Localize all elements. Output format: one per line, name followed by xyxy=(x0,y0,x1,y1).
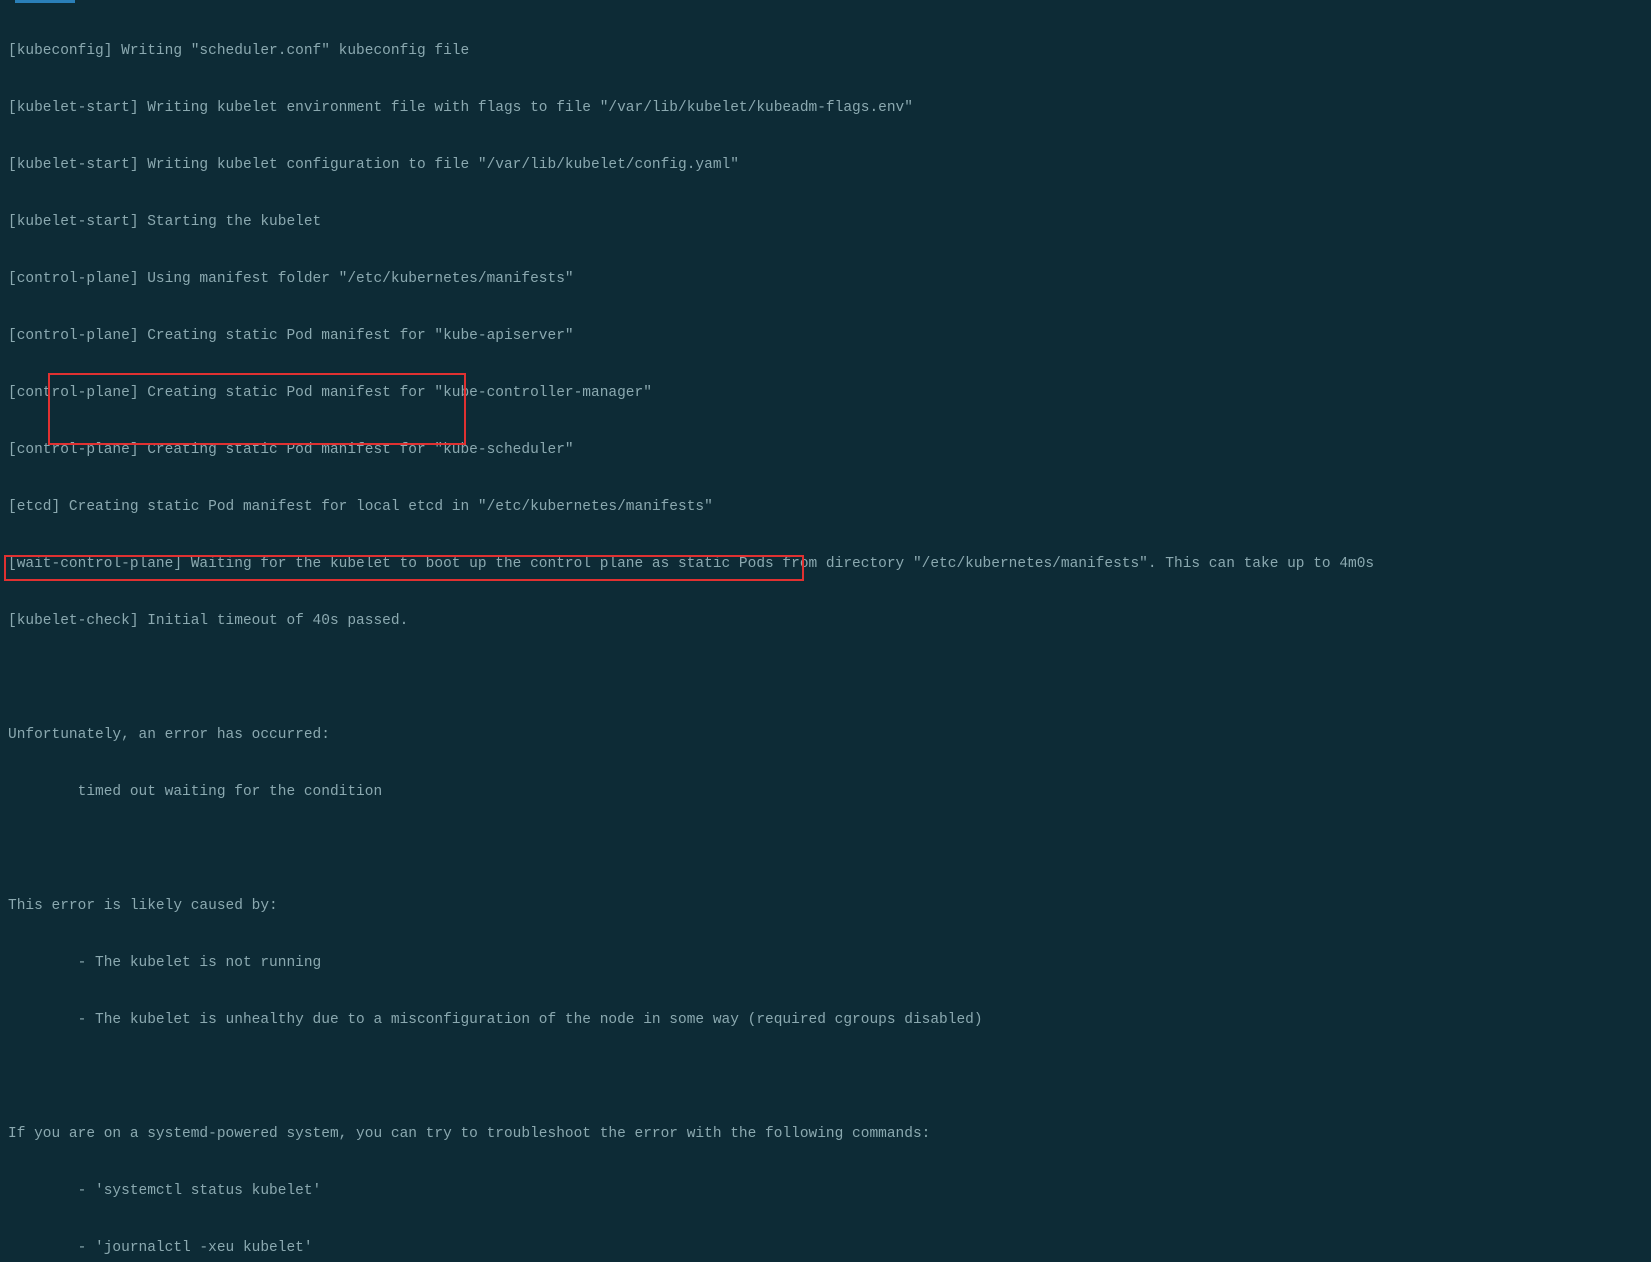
log-line: Unfortunately, an error has occurred: xyxy=(8,726,1651,745)
log-line: [control-plane] Using manifest folder "/… xyxy=(8,270,1651,289)
window-titlebar xyxy=(0,0,1651,3)
log-line: - The kubelet is not running xyxy=(8,954,1651,973)
log-line: - 'journalctl -xeu kubelet' xyxy=(8,1239,1651,1258)
log-line: [control-plane] Creating static Pod mani… xyxy=(8,327,1651,346)
log-line xyxy=(8,1068,1651,1087)
log-line: timed out waiting for the condition xyxy=(8,783,1651,802)
log-line: This error is likely caused by: xyxy=(8,897,1651,916)
log-line: [wait-control-plane] Waiting for the kub… xyxy=(8,555,1651,574)
log-line: If you are on a systemd-powered system, … xyxy=(8,1125,1651,1144)
log-line: [control-plane] Creating static Pod mani… xyxy=(8,384,1651,403)
titlebar-accent xyxy=(15,0,75,3)
log-line: [kubelet-check] Initial timeout of 40s p… xyxy=(8,612,1651,631)
log-line: [etcd] Creating static Pod manifest for … xyxy=(8,498,1651,517)
log-line: [kubelet-start] Writing kubelet configur… xyxy=(8,156,1651,175)
log-line: [kubelet-start] Writing kubelet environm… xyxy=(8,99,1651,118)
log-line xyxy=(8,840,1651,859)
log-line: [kubeconfig] Writing "scheduler.conf" ku… xyxy=(8,42,1651,61)
log-line: - The kubelet is unhealthy due to a misc… xyxy=(8,1011,1651,1030)
log-line: [control-plane] Creating static Pod mani… xyxy=(8,441,1651,460)
terminal-output[interactable]: [kubeconfig] Writing "scheduler.conf" ku… xyxy=(8,4,1651,1262)
log-line: - 'systemctl status kubelet' xyxy=(8,1182,1651,1201)
log-line: [kubelet-start] Starting the kubelet xyxy=(8,213,1651,232)
log-line xyxy=(8,669,1651,688)
